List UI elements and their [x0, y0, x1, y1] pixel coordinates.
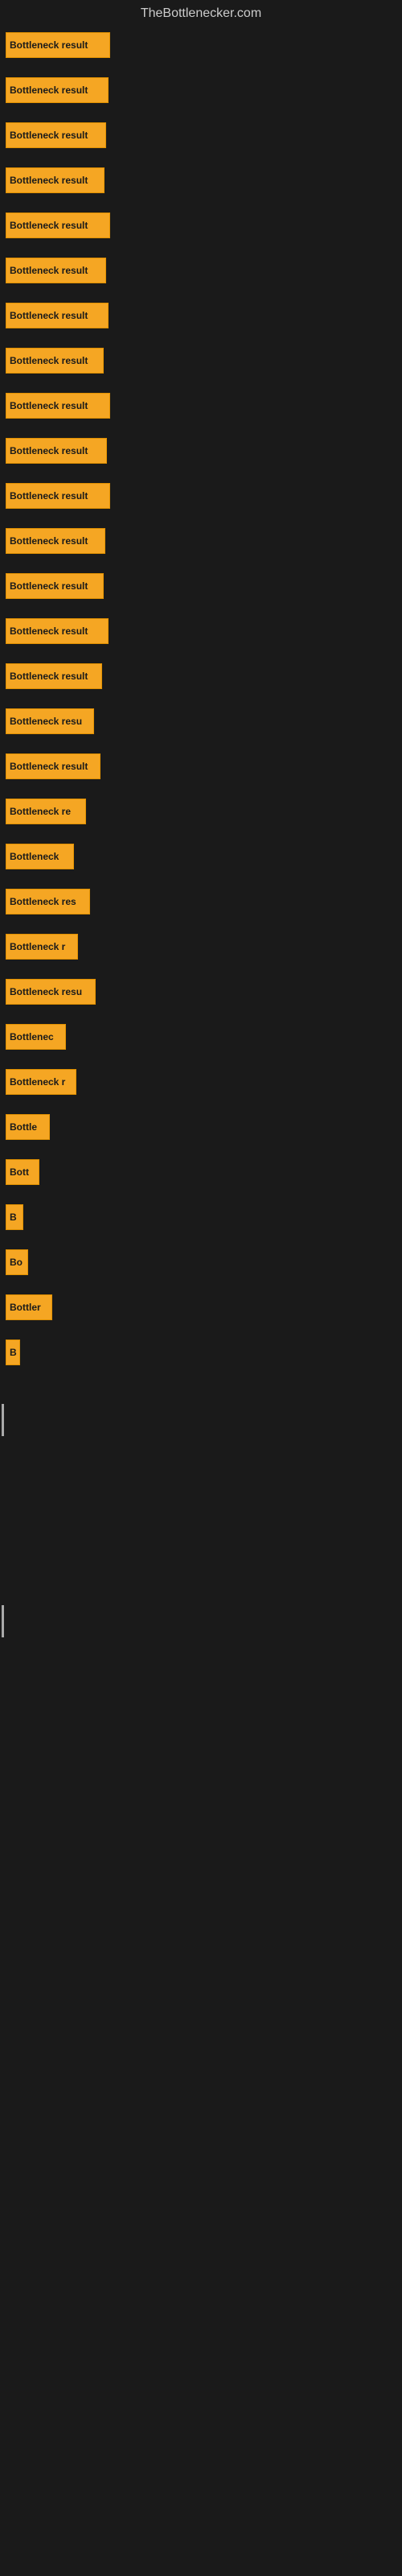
bar-label: Bottleneck result — [10, 175, 88, 186]
bar-label: Bottleneck result — [10, 39, 88, 51]
bottleneck-bar: B — [6, 1204, 23, 1230]
bottleneck-bar: Bottleneck result — [6, 573, 104, 599]
bottleneck-bar: Bottleneck result — [6, 32, 110, 58]
bar-row: Bottleneck result — [4, 253, 398, 288]
bar-row: Bottleneck result — [4, 72, 398, 108]
bar-label: Bottleneck result — [10, 265, 88, 276]
bottleneck-bar: Bottleneck re — [6, 799, 86, 824]
bar-row: Bottleneck result — [4, 749, 398, 784]
bottleneck-bar: Bottleneck result — [6, 438, 107, 464]
bar-label: Bottle — [10, 1121, 37, 1133]
bar-row: Bottleneck resu — [4, 704, 398, 739]
bar-row: Bott — [4, 1154, 398, 1190]
bottleneck-bar: Bo — [6, 1249, 28, 1275]
bar-row: Bottleneck result — [4, 118, 398, 153]
bar-label: Bottlenec — [10, 1031, 54, 1042]
bar-row: Bottleneck resu — [4, 974, 398, 1009]
bar-row: Bottleneck result — [4, 658, 398, 694]
bar-label: Bottler — [10, 1302, 41, 1313]
bottleneck-bar: Bottleneck result — [6, 348, 104, 374]
site-title: TheBottlenecker.com — [0, 0, 402, 27]
bar-label: Bottleneck — [10, 851, 59, 862]
bar-label: Bottleneck result — [10, 761, 88, 772]
bar-label: Bottleneck result — [10, 400, 88, 411]
bar-row: Bottleneck result — [4, 298, 398, 333]
bar-label: Bottleneck result — [10, 580, 88, 592]
bar-label: Bottleneck result — [10, 85, 88, 96]
cursor-indicator — [2, 1404, 4, 1436]
bar-row: Bo — [4, 1245, 398, 1280]
bottleneck-bar: Bottleneck result — [6, 483, 110, 509]
bar-row: B — [4, 1335, 398, 1370]
bar-row: Bottleneck result — [4, 523, 398, 559]
bottleneck-bar: Bottleneck r — [6, 1069, 76, 1095]
bottleneck-bar: Bottle — [6, 1114, 50, 1140]
bar-label: Bottleneck result — [10, 220, 88, 231]
bar-label: Bottleneck result — [10, 625, 88, 637]
bar-label: Bottleneck result — [10, 310, 88, 321]
bar-row: Bottleneck result — [4, 568, 398, 604]
bar-row: Bottler — [4, 1290, 398, 1325]
bottleneck-bar: Bottler — [6, 1294, 52, 1320]
bar-row: B — [4, 1199, 398, 1235]
bar-label: Bottleneck resu — [10, 716, 82, 727]
bar-label: Bo — [10, 1257, 23, 1268]
cursor-indicator-2 — [2, 1605, 4, 1637]
bottleneck-bar: Bottleneck result — [6, 122, 106, 148]
bar-row: Bottleneck re — [4, 794, 398, 829]
bottleneck-bar: Bottleneck resu — [6, 708, 94, 734]
bar-row: Bottleneck res — [4, 884, 398, 919]
bottleneck-bar: Bottleneck result — [6, 528, 105, 554]
bar-row: Bottleneck r — [4, 929, 398, 964]
bottleneck-bar: Bottleneck result — [6, 167, 105, 193]
bar-row: Bottleneck result — [4, 478, 398, 514]
bar-row: Bottleneck result — [4, 163, 398, 198]
bar-label: Bottleneck result — [10, 535, 88, 547]
bottleneck-bar: Bottleneck result — [6, 663, 102, 689]
bar-label: Bottleneck r — [10, 1076, 65, 1088]
bottleneck-bar: Bottleneck result — [6, 393, 110, 419]
bar-row: Bottlenec — [4, 1019, 398, 1055]
bar-label: Bott — [10, 1166, 29, 1178]
bar-label: Bottleneck result — [10, 130, 88, 141]
bottleneck-bar: Bottleneck result — [6, 753, 100, 779]
bottleneck-bar: Bottleneck result — [6, 77, 109, 103]
bottleneck-bar: Bottleneck result — [6, 303, 109, 328]
bar-row: Bottle — [4, 1109, 398, 1145]
bottleneck-bar: B — [6, 1340, 20, 1365]
bar-label: Bottleneck result — [10, 355, 88, 366]
chart-area: Bottleneck result Bottleneck result Bottle… — [0, 27, 402, 1380]
bar-row: Bottleneck result — [4, 388, 398, 423]
bottleneck-bar: Bott — [6, 1159, 39, 1185]
bar-row: Bottleneck result — [4, 613, 398, 649]
bar-label: Bottleneck result — [10, 445, 88, 456]
bar-row: Bottleneck result — [4, 208, 398, 243]
bar-label: B — [10, 1212, 17, 1223]
bar-row: Bottleneck r — [4, 1064, 398, 1100]
bar-row: Bottleneck result — [4, 433, 398, 469]
bar-label: Bottleneck res — [10, 896, 76, 907]
bottleneck-bar: Bottleneck resu — [6, 979, 96, 1005]
bar-row: Bottleneck result — [4, 27, 398, 63]
bar-label: Bottleneck r — [10, 941, 65, 952]
bottleneck-bar: Bottleneck result — [6, 213, 110, 238]
bottleneck-bar: Bottleneck res — [6, 889, 90, 914]
bottleneck-bar: Bottleneck — [6, 844, 74, 869]
bar-row: Bottleneck — [4, 839, 398, 874]
bar-label: Bottleneck re — [10, 806, 71, 817]
bar-label: Bottleneck resu — [10, 986, 82, 997]
bar-label: Bottleneck result — [10, 671, 88, 682]
bar-label: Bottleneck result — [10, 490, 88, 502]
bottleneck-bar: Bottlenec — [6, 1024, 66, 1050]
bottleneck-bar: Bottleneck result — [6, 618, 109, 644]
bar-label: B — [10, 1347, 17, 1358]
bottleneck-bar: Bottleneck r — [6, 934, 78, 960]
bar-row: Bottleneck result — [4, 343, 398, 378]
bottleneck-bar: Bottleneck result — [6, 258, 106, 283]
